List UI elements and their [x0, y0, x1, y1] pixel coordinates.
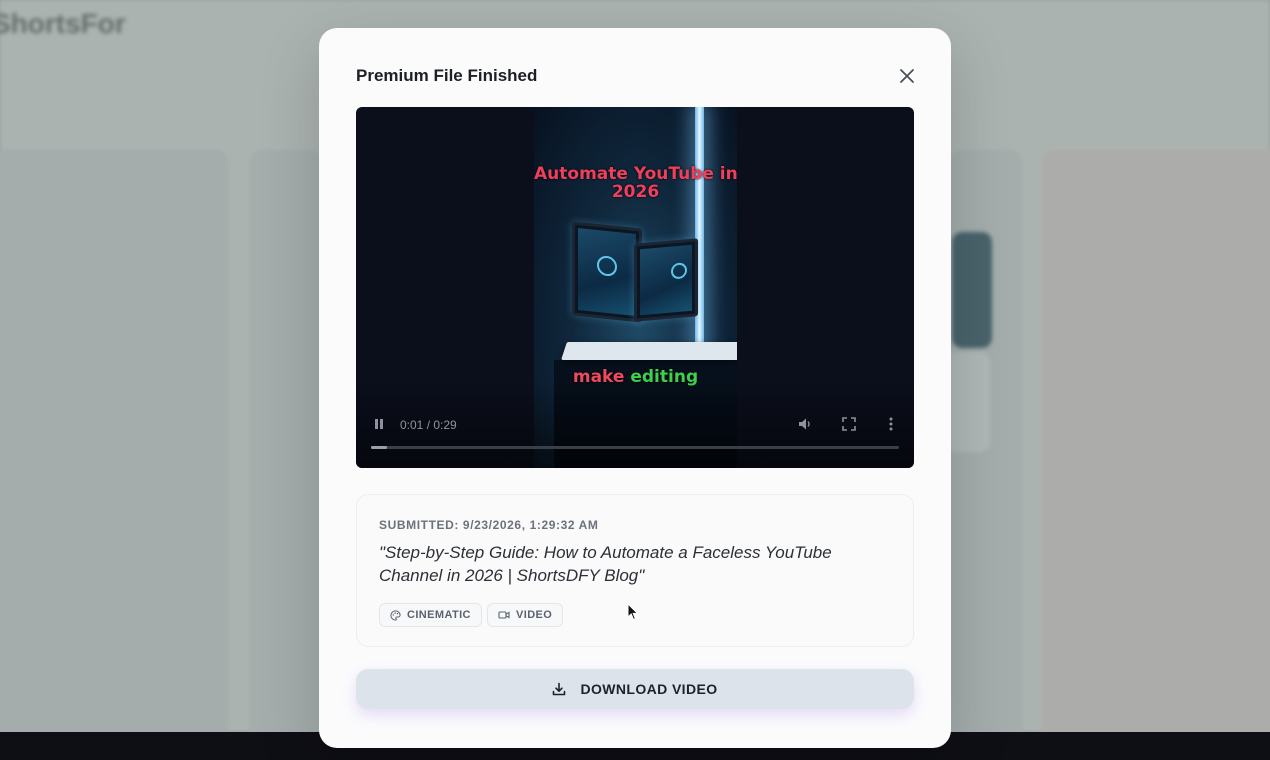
video-progress-fill [371, 446, 387, 449]
mouse-cursor-icon [627, 603, 639, 621]
volume-button[interactable] [797, 416, 813, 432]
fullscreen-icon [842, 417, 856, 431]
video-camera-icon [498, 611, 510, 619]
download-video-label: DOWNLOAD VIDEO [580, 681, 718, 697]
monitor [634, 238, 698, 322]
download-video-button[interactable]: DOWNLOAD VIDEO [356, 669, 914, 709]
fullscreen-button[interactable] [841, 416, 857, 432]
video-overlay-title-line: Automate YouTube in [534, 164, 737, 184]
video-overlay-title: Automate YouTube in 2026 [534, 165, 737, 201]
type-tag: VIDEO [487, 603, 564, 627]
close-icon [900, 69, 914, 83]
submission-details: SUBMITTED: 9/23/2026, 1:29:32 AM "Step-b… [356, 494, 914, 647]
style-tag-label: CINEMATIC [407, 609, 471, 621]
submitted-timestamp: SUBMITTED: 9/23/2026, 1:29:32 AM [379, 518, 599, 532]
modal-title: Premium File Finished [356, 66, 538, 85]
monitor [572, 221, 642, 323]
close-button[interactable] [896, 65, 918, 87]
pause-icon [375, 419, 383, 429]
video-overlay-title-line: 2026 [611, 182, 660, 202]
more-vertical-icon [889, 417, 893, 431]
pause-button[interactable] [373, 418, 385, 430]
download-icon [553, 682, 566, 696]
desk [561, 342, 737, 360]
result-modal: Premium File Finished Automate YouTube i… [319, 28, 951, 748]
volume-icon [799, 418, 810, 430]
light-bar [695, 107, 704, 367]
video-player[interactable]: Automate YouTube in 2026 make editing 0:… [356, 107, 914, 468]
style-tag: CINEMATIC [379, 603, 482, 627]
prompt-text: "Step-by-Step Guide: How to Automate a F… [379, 543, 832, 585]
time-display: 0:01 / 0:29 [400, 418, 457, 432]
palette-icon [390, 609, 401, 621]
type-tag-label: VIDEO [516, 609, 553, 621]
more-options-button[interactable] [886, 415, 896, 433]
video-progress-bar[interactable] [371, 446, 899, 449]
